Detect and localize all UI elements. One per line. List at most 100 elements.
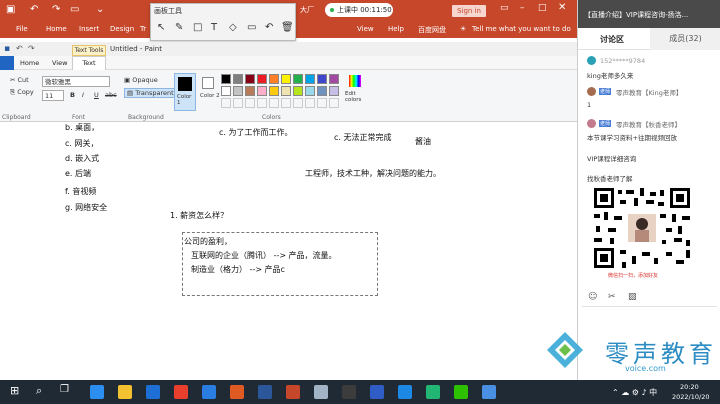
mail-icon[interactable] [146,385,160,399]
empty-color-swatch[interactable] [317,98,327,108]
font-family-select[interactable]: 微软雅黑 [42,76,110,87]
color-swatch[interactable] [221,86,231,96]
color-swatch[interactable] [317,86,327,96]
empty-color-swatch[interactable] [245,98,255,108]
text-tool-icon[interactable]: T [211,22,217,34]
app-icon[interactable] [230,385,244,399]
undo-icon[interactable]: ↶ [30,4,38,15]
underline-button[interactable]: U [94,91,99,99]
empty-color-swatch[interactable] [281,98,291,108]
tell-me-input[interactable]: Tell me what you want to do [472,25,571,33]
wechat-icon[interactable] [454,385,468,399]
color-swatch[interactable] [257,74,267,84]
paint-tab-text[interactable]: Text [72,56,106,70]
color-swatch[interactable] [317,74,327,84]
color-swatch[interactable] [221,74,231,84]
task-view-icon[interactable]: ❐ [60,384,69,395]
paint-tab-view[interactable]: View [52,59,67,67]
eraser-icon[interactable]: ◇ [229,22,237,34]
app-icon[interactable] [370,385,384,399]
app-icon[interactable] [426,385,440,399]
paint-redo-icon[interactable]: ↷ [28,44,35,53]
save-icon[interactable]: ▣ [6,4,15,15]
color-swatch[interactable] [305,86,315,96]
app-icon[interactable] [482,385,496,399]
tab-design[interactable]: Design [110,25,134,33]
color-swatch[interactable] [281,74,291,84]
emoji-icon[interactable]: ☺ [588,292,597,302]
pointer-icon[interactable]: ↖ [157,22,165,34]
paint-tab-home[interactable]: Home [20,59,39,67]
file-explorer-icon[interactable] [118,385,132,399]
ribbon-display-icon[interactable]: ▭ [500,3,509,13]
sign-in-button[interactable]: Sign in [452,5,486,17]
paint-file-tab[interactable] [0,56,14,70]
qat-more-icon[interactable]: ⌄ [96,4,104,15]
clock-time[interactable]: 20:20 [680,383,699,391]
image-icon[interactable]: ▨ [628,292,637,302]
empty-color-swatch[interactable] [329,98,339,108]
color-swatch[interactable] [233,86,243,96]
tab-insert[interactable]: Insert [79,25,99,33]
color2-button[interactable]: Color 2 [198,73,220,111]
strikethrough-button[interactable]: abc [105,91,117,99]
color-swatch[interactable] [245,86,255,96]
app-icon[interactable] [174,385,188,399]
bold-button[interactable]: B [70,91,75,99]
text-box[interactable]: 公司的盈利， 互联网的企业（腾讯） --> 产品，流量。 制造业（格力） -->… [182,232,378,296]
tab-view[interactable]: View [357,25,374,33]
color-swatch[interactable] [293,86,303,96]
chrome-icon[interactable] [90,385,104,399]
maximize-icon[interactable]: □ [538,3,547,13]
search-icon[interactable]: ⌕ [36,384,42,398]
empty-color-swatch[interactable] [305,98,315,108]
paint-save-icon[interactable]: ▪ [4,44,10,54]
tray-icons[interactable]: ⌃ ☁ ⚙ ♪ 中 [612,387,657,398]
tab-home[interactable]: Home [46,25,67,33]
color-swatch[interactable] [257,86,267,96]
copy-button[interactable]: ⎘ Copy [10,88,34,97]
tab-transitions[interactable]: Tr [140,25,146,33]
powerpoint-icon[interactable] [286,385,300,399]
windows-start-icon[interactable]: ⊞ [10,384,19,397]
tab-help[interactable]: Help [388,25,404,33]
word-icon[interactable] [258,385,272,399]
clock-date[interactable]: 2022/10/20 [672,393,709,401]
pen-icon[interactable]: ✎ [175,22,183,34]
minimize-icon[interactable]: – [520,3,525,13]
app-icon[interactable] [342,385,356,399]
color-swatch[interactable] [281,86,291,96]
color-swatch[interactable] [293,74,303,84]
scissors-icon[interactable]: ✂ [608,292,616,302]
color1-button[interactable]: Color 1 [174,73,196,111]
edit-colors-button[interactable]: Edit colors [345,73,365,111]
color-swatch[interactable] [305,74,315,84]
empty-color-swatch[interactable] [293,98,303,108]
cut-button[interactable]: ✂ Cut [10,76,29,84]
color-swatch[interactable] [329,74,339,84]
empty-color-swatch[interactable] [221,98,231,108]
trash-icon[interactable]: 🗑 [281,22,294,34]
color-swatch[interactable] [233,74,243,84]
tab-discussion[interactable]: 讨论区 [600,34,624,45]
rectangle-icon[interactable]: □ [193,22,202,34]
tab-baidu[interactable]: 百度网盘 [418,25,446,35]
close-icon[interactable]: ✕ [558,2,566,13]
app-icon[interactable] [398,385,412,399]
paint-undo-icon[interactable]: ↶ [16,44,23,53]
board-icon[interactable]: ▭ [247,22,256,34]
tab-file[interactable]: File [16,25,28,33]
tab-members[interactable]: 成员(32) [650,28,720,50]
transparent-button[interactable]: ▤ Transparent [124,88,177,98]
redo-icon[interactable]: ↷ [52,4,60,15]
paint-icon[interactable] [314,385,328,399]
italic-button[interactable]: I [82,91,84,99]
opaque-button[interactable]: ▣ Opaque [124,76,158,84]
empty-color-swatch[interactable] [257,98,267,108]
color-swatch[interactable] [329,86,339,96]
empty-color-swatch[interactable] [269,98,279,108]
empty-color-swatch[interactable] [233,98,243,108]
vscode-icon[interactable] [202,385,216,399]
color-swatch[interactable] [269,86,279,96]
font-size-select[interactable]: 11 [42,90,64,101]
